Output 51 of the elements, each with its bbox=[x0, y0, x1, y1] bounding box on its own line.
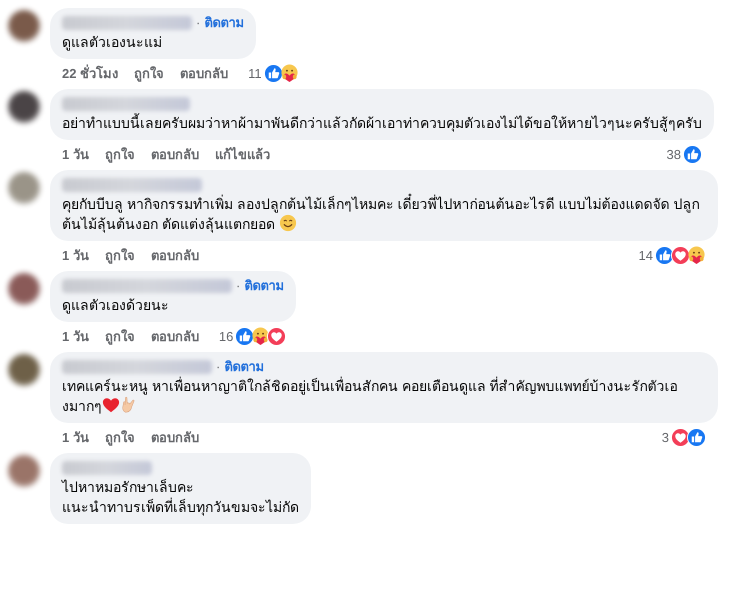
heart-reaction-icon bbox=[671, 246, 690, 265]
heart-reaction-icon bbox=[267, 327, 286, 346]
reaction-count[interactable]: 11 bbox=[248, 64, 262, 84]
follow-link[interactable]: ติดตาม bbox=[224, 357, 264, 377]
like-reaction-icon bbox=[235, 327, 254, 346]
separator-dot: · bbox=[196, 14, 200, 32]
hugging-face-icon bbox=[251, 327, 270, 346]
timestamp-link[interactable]: 1 วัน bbox=[62, 428, 89, 448]
reply-link[interactable]: ตอบกลับ bbox=[150, 326, 199, 346]
comment-text: อย่าทำแบบนี้เลยครับผมว่าหาผ้ามาพันดีกว่าแล้วกัดผ้าเอาท่าควบคุมตัวเองไม่ได้ขอให้หายไวๆนะครับสู้ๆครับ bbox=[62, 113, 702, 133]
comment-text: ไปหาหมอรักษาเล็บคะ แนะนำทาบรเพ็ดที่เล็บทุกวันขมจะไม่กัด bbox=[62, 478, 299, 517]
timestamp-link[interactable]: 1 วัน bbox=[62, 246, 89, 266]
like-reaction-icon bbox=[264, 64, 283, 83]
reply-link[interactable]: ตอบกลับ bbox=[150, 144, 199, 164]
separator-dot: · bbox=[216, 358, 220, 376]
comment-text: เทคแคร์นะหนู หาเพื่อนหาญาติใกล้ชิดอยู่เป็นเพื่อนสักคน คอยเตือนดูแล ที่สำคัญพบแพทย์บ้างนะรักตัวเองมากๆ bbox=[62, 376, 679, 416]
follow-link[interactable]: ติดตาม bbox=[244, 276, 284, 296]
reply-link[interactable]: ตอบกลับ bbox=[180, 64, 228, 84]
avatar[interactable] bbox=[8, 273, 40, 305]
timestamp-link[interactable]: 1 วัน bbox=[62, 144, 89, 164]
heart-reaction-icon bbox=[671, 428, 690, 447]
comment-text: คุยกับบีบลู หากิจกรรมทำเพิ่ม ลองปลูกต้นไม้เล็กๆไหมคะ เดี๋ยวพี่ไปหาก่อนต้นอะไรดี แบบไม่ต้องแดดจัด ปลูกต้นไม้ลุ้นต้นงอก ตัดแต่งลุ้นแตกยอด bbox=[62, 194, 706, 234]
reaction-count[interactable]: 38 bbox=[666, 144, 681, 164]
follow-link[interactable]: ติดตาม bbox=[204, 13, 244, 33]
avatar[interactable] bbox=[8, 354, 40, 386]
avatar[interactable] bbox=[8, 455, 40, 487]
like-link[interactable]: ถูกใจ bbox=[104, 144, 135, 164]
like-link[interactable]: ถูกใจ bbox=[104, 326, 135, 346]
reaction-count[interactable]: 3 bbox=[662, 428, 669, 448]
like-reaction-icon bbox=[687, 428, 706, 447]
like-link[interactable]: ถูกใจ bbox=[104, 246, 135, 266]
avatar[interactable] bbox=[8, 10, 40, 42]
comment-text: ดูแลตัวเองด้วยนะ bbox=[62, 296, 170, 315]
reply-link[interactable]: ตอบกลับ bbox=[150, 246, 199, 266]
timestamp-link[interactable]: 1 วัน bbox=[62, 326, 89, 346]
reaction-count[interactable]: 14 bbox=[638, 246, 653, 266]
heart-icon bbox=[102, 396, 120, 414]
like-reaction-icon bbox=[683, 145, 702, 164]
like-link[interactable]: ถูกใจ bbox=[134, 64, 164, 84]
hugging-face-icon bbox=[280, 64, 299, 83]
reply-link[interactable]: ตอบกลับ bbox=[150, 428, 199, 448]
timestamp-link[interactable]: 22 ชั่วโมง bbox=[62, 64, 118, 84]
hugging-face-icon bbox=[687, 246, 706, 265]
avatar[interactable] bbox=[8, 91, 40, 123]
reaction-count[interactable]: 16 bbox=[218, 326, 234, 346]
edited-label[interactable]: แก้ไขแล้ว bbox=[214, 144, 270, 164]
like-link[interactable]: ถูกใจ bbox=[104, 428, 135, 448]
like-reaction-icon bbox=[655, 246, 674, 265]
comment-text: ดูแลตัวเองนะแม่ bbox=[62, 33, 163, 52]
smiling-face-icon bbox=[278, 214, 297, 232]
separator-dot: · bbox=[236, 277, 240, 296]
